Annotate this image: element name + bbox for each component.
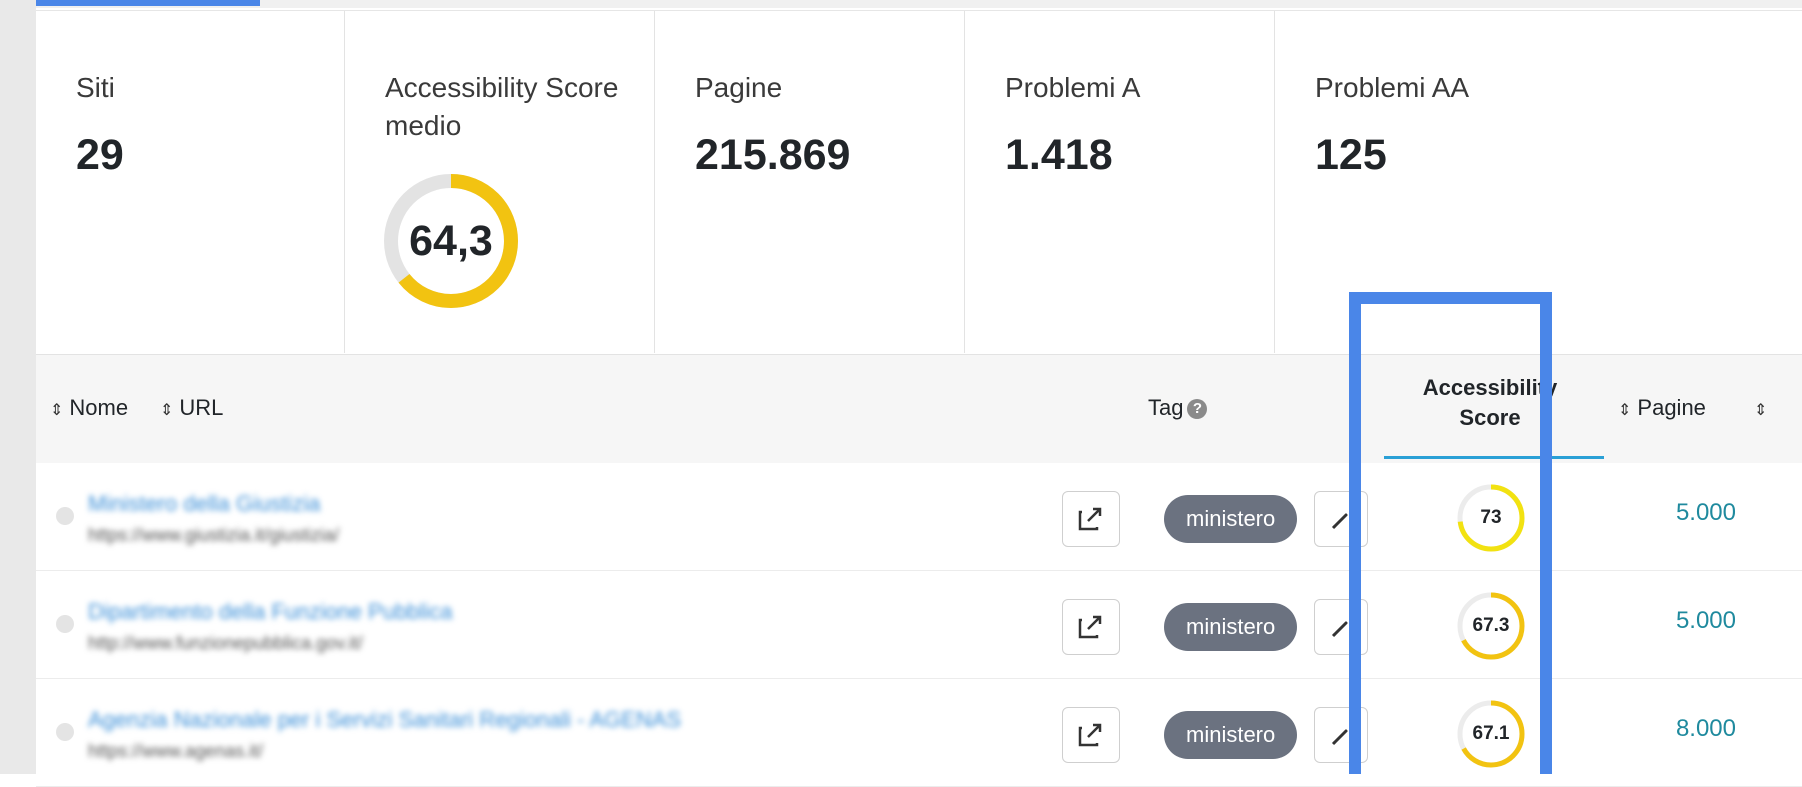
stat-value: 1.418	[1005, 131, 1113, 179]
column-header-url[interactable]: ⇕ URL	[160, 395, 223, 421]
pages-count: 5.000	[1675, 499, 1736, 526]
external-link-icon	[1078, 615, 1102, 639]
site-url: http://www.funzionepubblica.gov.it/	[88, 633, 363, 653]
sort-icon: ⇕	[1754, 402, 1768, 419]
stat-value: 125	[1315, 131, 1387, 179]
open-external-button[interactable]	[1062, 491, 1120, 547]
stat-value: 29	[76, 131, 124, 179]
column-header-nome[interactable]: ⇕ Nome	[50, 395, 128, 421]
score-gauge: 64,3	[381, 171, 521, 311]
open-external-button[interactable]	[1062, 707, 1120, 763]
sort-icon: ⇕	[160, 402, 174, 419]
stat-label: Pagine	[695, 72, 783, 103]
stat-siti: Siti 29	[36, 11, 345, 353]
row-status-icon	[56, 723, 74, 741]
sort-icon: ⇕	[50, 402, 64, 419]
column-header-pagine[interactable]: ⇕ Pagine	[1618, 395, 1706, 421]
column-header-label: URL	[179, 395, 224, 420]
column-header-label: Tag	[1148, 395, 1184, 420]
stat-label: Problemi AA	[1315, 72, 1470, 103]
stat-problemi-a: Problemi A 1.418	[965, 11, 1275, 353]
site-url: https://www.agenas.it/	[88, 741, 264, 761]
sort-icon: ⇕	[1618, 402, 1632, 419]
external-link-icon	[1078, 723, 1102, 747]
site-name-link[interactable]: Agenzia Nazionale per i Servizi Sanitari…	[88, 707, 681, 733]
stat-value: 215.869	[695, 131, 851, 179]
tag-badge[interactable]: ministero	[1164, 495, 1298, 543]
site-name-link[interactable]: Ministero della Giustizia	[88, 491, 320, 517]
tag-badge[interactable]: ministero	[1164, 711, 1298, 759]
open-external-button[interactable]	[1062, 599, 1120, 655]
pages-count: 8.000	[1675, 715, 1736, 742]
question-circle-icon[interactable]: ?	[1187, 399, 1208, 420]
tag-badge[interactable]: ministero	[1164, 603, 1298, 651]
site-name-link[interactable]: Dipartimento della Funzione Pubblica	[88, 599, 452, 625]
left-sidebar-strip	[0, 0, 36, 774]
stat-label: Accessibility Score medio	[385, 72, 619, 141]
gauge-value: 64,3	[409, 217, 493, 265]
accessibility-score-highlight-box	[1349, 292, 1552, 774]
column-header-next[interactable]: ⇕	[1754, 395, 1773, 421]
stat-accessibility-score: Accessibility Score medio 64,3	[345, 11, 655, 353]
top-accent-line	[0, 0, 260, 6]
pages-count: 5.000	[1675, 607, 1736, 634]
stat-label: Problemi A	[1005, 72, 1141, 103]
top-strip	[0, 0, 1802, 8]
stat-label: Siti	[76, 72, 115, 103]
site-url: https://www.giustizia.it/giustizia/	[88, 525, 340, 545]
row-status-icon	[56, 507, 74, 525]
column-header-label: Nome	[69, 395, 129, 420]
row-status-icon	[56, 615, 74, 633]
stat-pagine: Pagine 215.869	[655, 11, 965, 353]
column-header-label: Pagine	[1637, 395, 1706, 420]
column-header-tag: Tag?	[1148, 395, 1208, 421]
external-link-icon	[1078, 507, 1102, 531]
